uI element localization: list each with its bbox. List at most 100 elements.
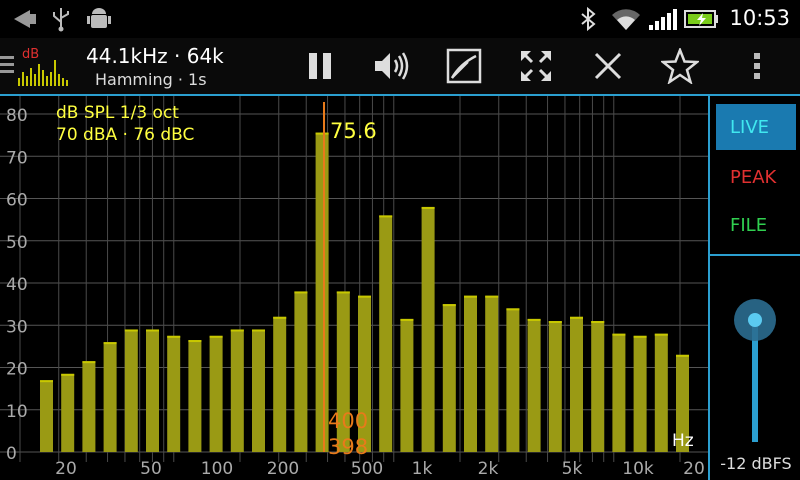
bar-cap-31.5 [103, 342, 117, 345]
back-arrow-icon [14, 10, 36, 28]
sample-rate-text: 44.1kHz · 64k [86, 44, 224, 68]
x-tick-label: 500 [351, 459, 383, 479]
y-tick-label: 0 [6, 444, 17, 464]
bar-4k [548, 321, 562, 452]
gain-slider[interactable] [730, 294, 780, 444]
bar-50 [146, 329, 159, 452]
bar-630 [379, 215, 393, 452]
x-tick-label: 20 [55, 459, 77, 479]
x-tick-label: 20 [683, 459, 705, 479]
bar-cap-315 [315, 132, 329, 135]
bar-800 [400, 318, 414, 452]
bar-160 [252, 329, 265, 452]
x-tick-label: 200 [267, 459, 299, 479]
y-tick-label: 60 [6, 191, 28, 211]
bar-cap-100 [209, 335, 223, 338]
bar-cap-8k [612, 333, 626, 336]
bar-cap-2k [485, 295, 499, 298]
side-panel: LIVE PEAK FILE -12 dBFS [708, 96, 800, 480]
bar-cap-12.5k [654, 333, 668, 336]
hz-label: Hz [672, 431, 694, 451]
bar-cap-50 [146, 329, 159, 332]
spectrum-chart[interactable]: 80706050403020100 20 50 100 200 500 1k 2k 5k 10k… [0, 96, 708, 480]
pause-icon [309, 53, 331, 79]
live-button[interactable]: LIVE [716, 104, 796, 150]
y-tick-label: 80 [6, 106, 28, 126]
bar-250 [294, 291, 308, 452]
bars [40, 132, 689, 452]
bar-cap-80 [188, 340, 202, 343]
bar-12.5k [654, 333, 668, 452]
x-tick-label: 100 [201, 459, 233, 479]
clock: 10:53 [729, 6, 790, 30]
window-function-text: Hamming · 1s [95, 70, 207, 89]
x-tick-label: 10k [622, 459, 654, 479]
level-text: 70 dBA · 76 dBC [56, 125, 194, 145]
bar-cap-1k [421, 206, 435, 209]
y-tick-label: 20 [6, 360, 28, 380]
bar-1.25k [442, 304, 456, 452]
curve-button[interactable] [440, 44, 488, 88]
fullscreen-icon [521, 51, 551, 81]
divider [710, 254, 800, 256]
bar-cap-16k [676, 354, 689, 357]
bar-40 [124, 329, 138, 452]
bar-cap-500 [358, 295, 371, 298]
bar-cap-25 [82, 361, 96, 364]
bar-1.6k [464, 295, 477, 452]
bar-10k [633, 335, 647, 452]
close-button[interactable] [584, 44, 632, 88]
bar-16 [40, 380, 53, 452]
peak-button[interactable]: PEAK [716, 154, 796, 200]
bar-cap-10k [633, 335, 647, 338]
toolbar: dB 44.1kHz · 64k Hamming · 1s [0, 38, 800, 96]
gain-slider-thumb[interactable] [748, 313, 762, 327]
y-tick-label: 50 [6, 233, 28, 253]
bar-cap-5k [570, 316, 583, 319]
fullscreen-button[interactable] [512, 44, 560, 88]
cursor-freq2-text: 398 [328, 435, 368, 459]
bar-5k [570, 316, 583, 452]
bar-cap-800 [400, 318, 414, 321]
star-button[interactable] [656, 44, 704, 88]
x-tick-label: 5k [562, 459, 583, 479]
battery-charging-icon [684, 10, 718, 28]
cursor-freq-text: 400 [328, 409, 368, 433]
bar-cap-630 [379, 215, 393, 218]
overflow-menu-icon [754, 53, 760, 79]
star-icon [661, 48, 699, 84]
bar-cap-3.15k [527, 318, 541, 321]
bar-cap-160 [252, 329, 265, 332]
usb-icon [53, 8, 69, 32]
x-axis-ticks: 20 50 100 200 500 1k 2k 5k 10k 20 [55, 459, 705, 479]
speaker-button[interactable] [367, 44, 415, 88]
svg-text:dB: dB [22, 47, 39, 62]
bar-cap-16 [40, 380, 53, 383]
mode-text: dB SPL 1/3 oct [56, 103, 179, 123]
bluetooth-icon [581, 6, 596, 32]
bar-cap-20 [61, 373, 75, 376]
bar-cap-1.25k [442, 304, 456, 307]
bar-cap-400 [336, 291, 350, 294]
overflow-menu-button[interactable] [733, 44, 781, 88]
peak-value-text: 75.6 [330, 119, 377, 143]
x-tick-label: 2k [478, 459, 499, 479]
bar-20 [61, 373, 75, 452]
bar-31.5 [103, 342, 117, 452]
bar-25 [82, 361, 96, 452]
wifi-icon [612, 9, 640, 31]
y-tick-label: 30 [6, 317, 28, 337]
bar-125 [230, 329, 244, 452]
bar-1k [421, 206, 435, 452]
bar-cap-200 [273, 316, 287, 319]
bar-2k [485, 295, 499, 452]
pause-button[interactable] [296, 44, 344, 88]
bar-6.3k [591, 321, 605, 452]
y-axis-ticks: 80 70 60 50 40 30 20 10 0 [6, 106, 28, 464]
status-bar: 10:53 [0, 0, 800, 38]
app-logo-icon[interactable]: dB [0, 42, 72, 90]
x-tick-label: 1k [412, 459, 433, 479]
file-button[interactable]: FILE [716, 202, 796, 248]
bar-cap-1.6k [464, 295, 477, 298]
bar-cap-40 [124, 329, 138, 332]
